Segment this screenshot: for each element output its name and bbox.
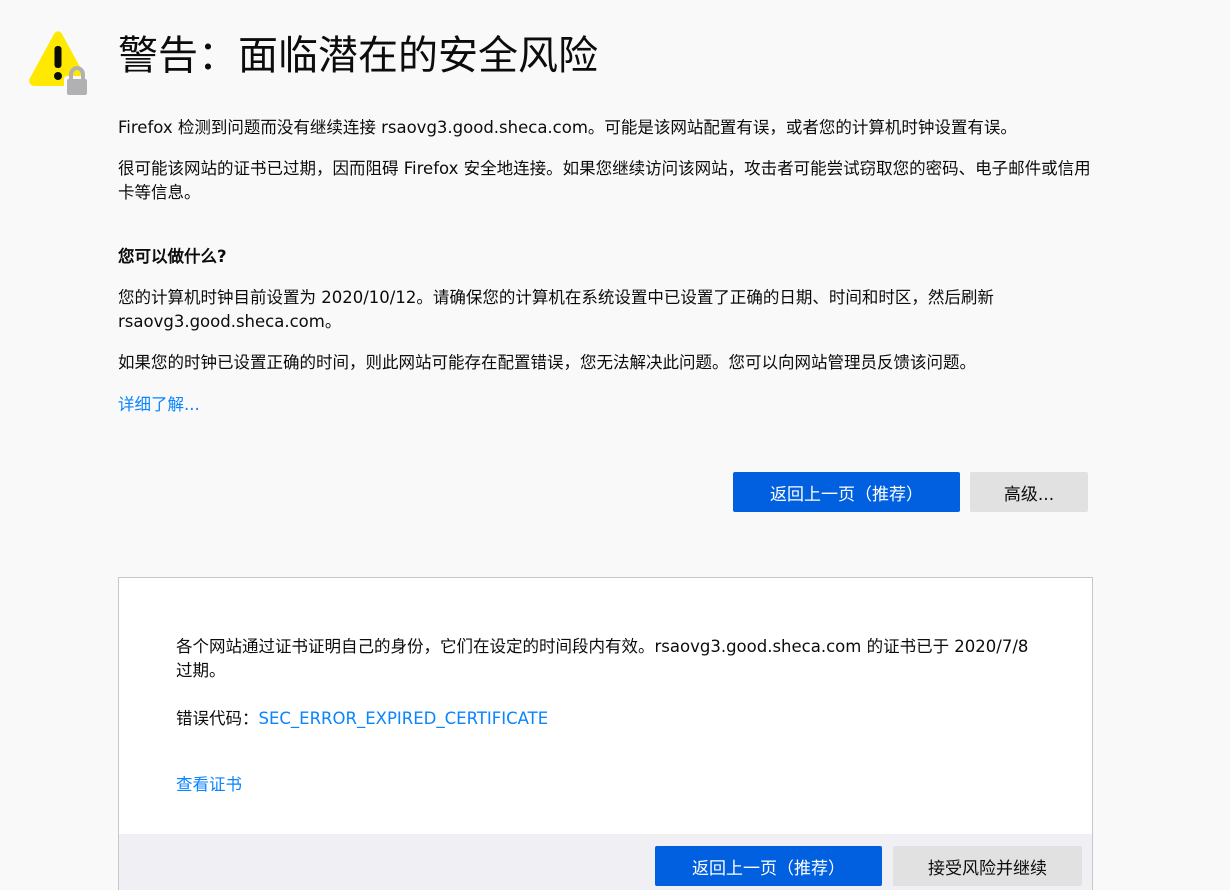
error-page: 警告：面临潜在的安全风险 Firefox 检测到问题而没有继续连接 rsaovg… [0, 0, 1230, 890]
certificate-description: 各个网站通过证书证明自己的身份，它们在设定的时间段内有效。rsaovg3.goo… [176, 635, 1036, 683]
go-back-button[interactable]: 返回上一页（推荐） [733, 472, 960, 512]
view-certificate-link[interactable]: 查看证书 [176, 773, 242, 797]
warning-lock-icon [29, 31, 90, 96]
advanced-panel-footer: 返回上一页（推荐） 接受风险并继续 [119, 834, 1092, 890]
what-to-do-heading: 您可以做什么? [118, 247, 227, 266]
advanced-button[interactable]: 高级... [970, 472, 1088, 512]
config-paragraph: 如果您的时钟已设置正确的时间，则此网站可能存在配置错误，您无法解决此问题。您可以… [118, 353, 976, 372]
error-code-link[interactable]: SEC_ERROR_EXPIRED_CERTIFICATE [259, 709, 549, 728]
learn-more-link[interactable]: 详细了解... [118, 393, 1093, 417]
error-code-label: 错误代码： [176, 709, 259, 728]
go-back-button-bottom[interactable]: 返回上一页（推荐） [655, 846, 882, 886]
certificate-description-text: 各个网站通过证书证明自己的身份，它们在设定的时间段内有效。rsaovg3.goo… [176, 637, 1029, 680]
main-content: Firefox 检测到问题而没有继续连接 rsaovg3.good.sheca.… [118, 116, 1093, 417]
error-code-line: 错误代码：SEC_ERROR_EXPIRED_CERTIFICATE [176, 707, 548, 731]
advanced-panel: 各个网站通过证书证明自己的身份，它们在设定的时间段内有效。rsaovg3.goo… [118, 577, 1093, 890]
page-title: 警告：面临潜在的安全风险 [118, 33, 598, 79]
clock-paragraph: 您的计算机时钟目前设置为 2020/10/12。请确保您的计算机在系统设置中已设… [118, 288, 994, 331]
intro-paragraph-2: 很可能该网站的证书已过期，因而阻碍 Firefox 安全地连接。如果您继续访问该… [118, 159, 1091, 202]
accept-risk-button[interactable]: 接受风险并继续 [893, 846, 1082, 886]
intro-paragraph-1: Firefox 检测到问题而没有继续连接 rsaovg3.good.sheca.… [118, 118, 1017, 137]
